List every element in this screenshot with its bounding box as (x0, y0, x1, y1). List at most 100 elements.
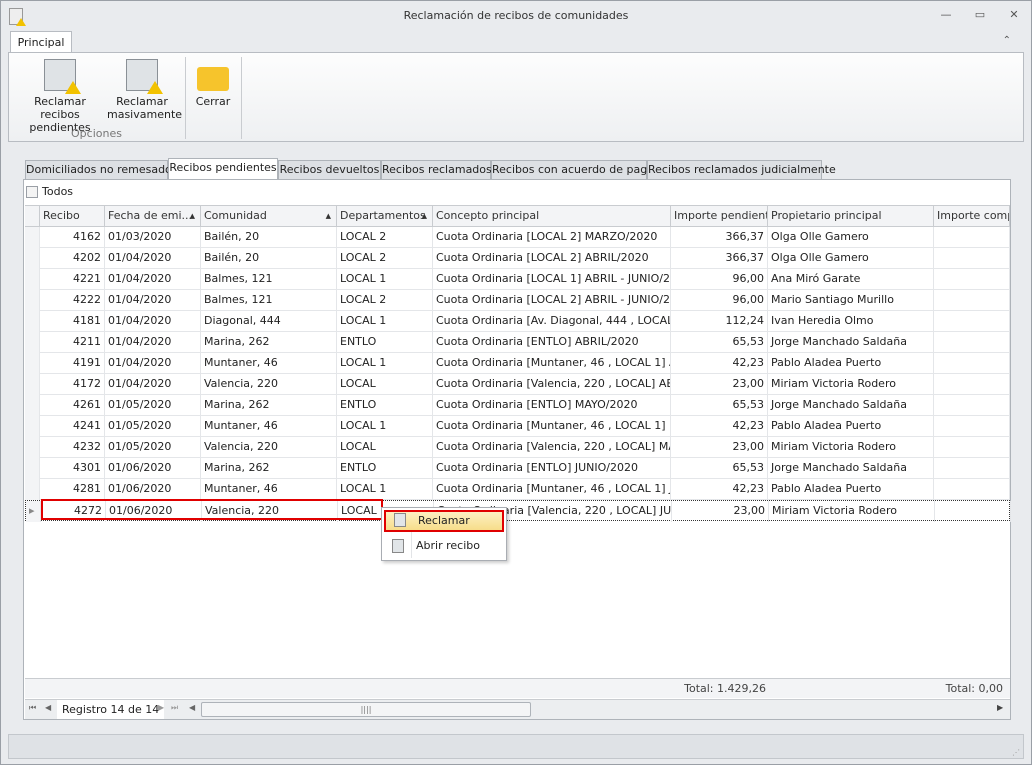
table-row[interactable]: 4202 01/04/2020 Bailén, 20 LOCAL 2 Cuota Ord… (25, 248, 1010, 269)
row-indicator[interactable] (25, 395, 40, 416)
cell-concepto[interactable]: Cuota Ordinaria [LOCAL 2] ABRIL - JUNIO/… (433, 290, 671, 311)
cell-importe-pendiente[interactable]: 23,00 (672, 501, 769, 522)
table-row[interactable]: 4191 01/04/2020 Muntaner, 46 LOCAL 1 Cuota O… (25, 353, 1010, 374)
minimize-button[interactable]: — (937, 7, 955, 23)
cell-concepto[interactable]: Cuota Ordinaria [LOCAL 1] ABRIL - JUNIO/… (433, 269, 671, 290)
cell-fecha[interactable]: 01/04/2020 (105, 269, 201, 290)
column-header-fecha[interactable]: Fecha de emi... ▲ (105, 206, 201, 227)
row-indicator[interactable] (25, 416, 40, 437)
cell-propietario[interactable]: Miriam Victoria Rodero (769, 501, 935, 522)
row-indicator[interactable]: ▸ (26, 501, 41, 522)
cell-importe-compe[interactable] (934, 416, 1010, 437)
table-row[interactable]: 4222 01/04/2020 Balmes, 121 LOCAL 2 Cuota Or… (25, 290, 1010, 311)
column-header-importe-pendiente[interactable]: Importe pendiente (671, 206, 768, 227)
cell-departamentos[interactable]: LOCAL 1 (337, 269, 433, 290)
cell-importe-pendiente[interactable]: 65,53 (671, 395, 768, 416)
row-indicator[interactable] (25, 374, 40, 395)
row-indicator[interactable] (25, 458, 40, 479)
cell-importe-compe[interactable] (935, 501, 1011, 522)
cell-comunidad[interactable]: Marina, 262 (201, 395, 337, 416)
tab-recibos-reclamados[interactable]: Recibos reclamados (381, 160, 492, 180)
cell-fecha[interactable]: 01/04/2020 (105, 353, 201, 374)
tab-domiciliados[interactable]: Domiciliados no remesados (25, 160, 178, 180)
cell-departamentos[interactable]: LOCAL (337, 374, 433, 395)
cell-propietario[interactable]: Olga Olle Gamero (768, 227, 934, 248)
cell-departamentos[interactable]: ENTLO (337, 332, 433, 353)
cell-recibo[interactable]: 4301 (40, 458, 105, 479)
cell-importe-pendiente[interactable]: 65,53 (671, 458, 768, 479)
row-indicator[interactable] (25, 227, 40, 248)
menu-item-abrir-recibo[interactable]: Abrir recibo (384, 535, 504, 557)
cell-importe-compe[interactable] (934, 269, 1010, 290)
cell-concepto[interactable]: Cuota Ordinaria [ENTLO] JUNIO/2020 (433, 458, 671, 479)
cell-importe-compe[interactable] (934, 458, 1010, 479)
column-header-comunidad[interactable]: Comunidad ▲ (201, 206, 337, 227)
cell-fecha[interactable]: 01/06/2020 (105, 458, 201, 479)
cell-propietario[interactable]: Pablo Aladea Puerto (768, 353, 934, 374)
cell-concepto[interactable]: Cuota Ordinaria [Valencia, 220 , LOCAL] … (433, 437, 671, 458)
cell-concepto[interactable]: Cuota Ordinaria [Muntaner, 46 , LOCAL 1]… (433, 479, 671, 500)
cell-departamentos[interactable]: LOCAL 2 (337, 248, 433, 269)
row-indicator[interactable] (25, 248, 40, 269)
cell-fecha[interactable]: 01/05/2020 (105, 437, 201, 458)
cell-importe-pendiente[interactable]: 65,53 (671, 332, 768, 353)
table-row[interactable]: 4301 01/06/2020 Marina, 262 ENTLO Cuota Ordi… (25, 458, 1010, 479)
cell-propietario[interactable]: Pablo Aladea Puerto (768, 416, 934, 437)
cell-importe-compe[interactable] (934, 374, 1010, 395)
tab-acuerdo-pago[interactable]: Recibos con acuerdo de pago (491, 160, 654, 180)
cell-importe-pendiente[interactable]: 23,00 (671, 374, 768, 395)
tab-recibos-devueltos[interactable]: Recibos devueltos (278, 160, 381, 180)
cell-propietario[interactable]: Jorge Manchado Saldaña (768, 458, 934, 479)
scroll-left-button[interactable]: ◀ (189, 703, 195, 712)
row-indicator[interactable] (25, 437, 40, 458)
row-indicator[interactable] (25, 332, 40, 353)
cell-fecha[interactable]: 01/05/2020 (105, 395, 201, 416)
cell-propietario[interactable]: Olga Olle Gamero (768, 248, 934, 269)
cell-recibo[interactable]: 4191 (40, 353, 105, 374)
table-row[interactable]: 4172 01/04/2020 Valencia, 220 LOCAL Cuota Or… (25, 374, 1010, 395)
row-indicator-header[interactable] (25, 206, 40, 227)
table-row[interactable]: 4221 01/04/2020 Balmes, 121 LOCAL 1 Cuota Or… (25, 269, 1010, 290)
cell-propietario[interactable]: Jorge Manchado Saldaña (768, 332, 934, 353)
cell-recibo[interactable]: 4172 (40, 374, 105, 395)
cell-comunidad[interactable]: Diagonal, 444 (201, 311, 337, 332)
cell-importe-compe[interactable] (934, 311, 1010, 332)
cell-departamentos[interactable]: LOCAL 1 (337, 311, 433, 332)
cell-recibo[interactable]: 4162 (40, 227, 105, 248)
cell-importe-compe[interactable] (934, 248, 1010, 269)
cell-concepto[interactable]: Cuota Ordinaria [ENTLO] ABRIL/2020 (433, 332, 671, 353)
cell-fecha[interactable]: 01/04/2020 (105, 248, 201, 269)
ribbon-tab-principal[interactable]: Principal (10, 31, 72, 53)
cell-recibo[interactable]: 4261 (40, 395, 105, 416)
cell-departamentos[interactable]: LOCAL 1 (337, 416, 433, 437)
cell-concepto[interactable]: Cuota Ordinaria [ENTLO] MAYO/2020 (433, 395, 671, 416)
cell-comunidad[interactable]: Balmes, 121 (201, 290, 337, 311)
cell-departamentos[interactable]: LOCAL 2 (337, 227, 433, 248)
cell-concepto[interactable]: Cuota Ordinaria [Muntaner, 46 , LOCAL 1]… (433, 416, 671, 437)
cell-comunidad[interactable]: Valencia, 220 (201, 437, 337, 458)
cell-concepto[interactable]: Cuota Ordinaria [Av. Diagonal, 444 , LOC… (433, 311, 671, 332)
tab-reclamados-judicialmente[interactable]: Recibos reclamados judicialmente (647, 160, 836, 180)
cell-recibo[interactable]: 4181 (40, 311, 105, 332)
cell-comunidad[interactable]: Bailén, 20 (201, 248, 337, 269)
first-record-button[interactable]: ⏮ (29, 703, 36, 713)
reclamar-pendientes-button[interactable]: Reclamar recibos pendientes (15, 59, 105, 134)
cell-departamentos[interactable]: ENTLO (337, 395, 433, 416)
row-indicator[interactable] (25, 479, 40, 500)
cell-propietario[interactable]: Miriam Victoria Rodero (768, 437, 934, 458)
cell-propietario[interactable]: Mario Santiago Murillo (768, 290, 934, 311)
cell-importe-pendiente[interactable]: 366,37 (671, 227, 768, 248)
row-indicator[interactable] (25, 353, 40, 374)
cell-recibo[interactable]: 4211 (40, 332, 105, 353)
cell-importe-compe[interactable] (934, 290, 1010, 311)
column-header-importe-compe[interactable]: Importe compe (934, 206, 1010, 227)
cell-departamentos[interactable]: ENTLO (337, 458, 433, 479)
column-header-recibo[interactable]: Recibo (40, 206, 105, 227)
todos-checkbox[interactable]: Todos (26, 185, 73, 198)
cell-propietario[interactable]: Jorge Manchado Saldaña (768, 395, 934, 416)
cell-importe-pendiente[interactable]: 42,23 (671, 416, 768, 437)
column-header-propietario[interactable]: Propietario principal (768, 206, 934, 227)
cell-recibo[interactable]: 4221 (40, 269, 105, 290)
table-row[interactable]: 4211 01/04/2020 Marina, 262 ENTLO Cuota Ordi… (25, 332, 1010, 353)
cell-comunidad[interactable]: Balmes, 121 (201, 269, 337, 290)
